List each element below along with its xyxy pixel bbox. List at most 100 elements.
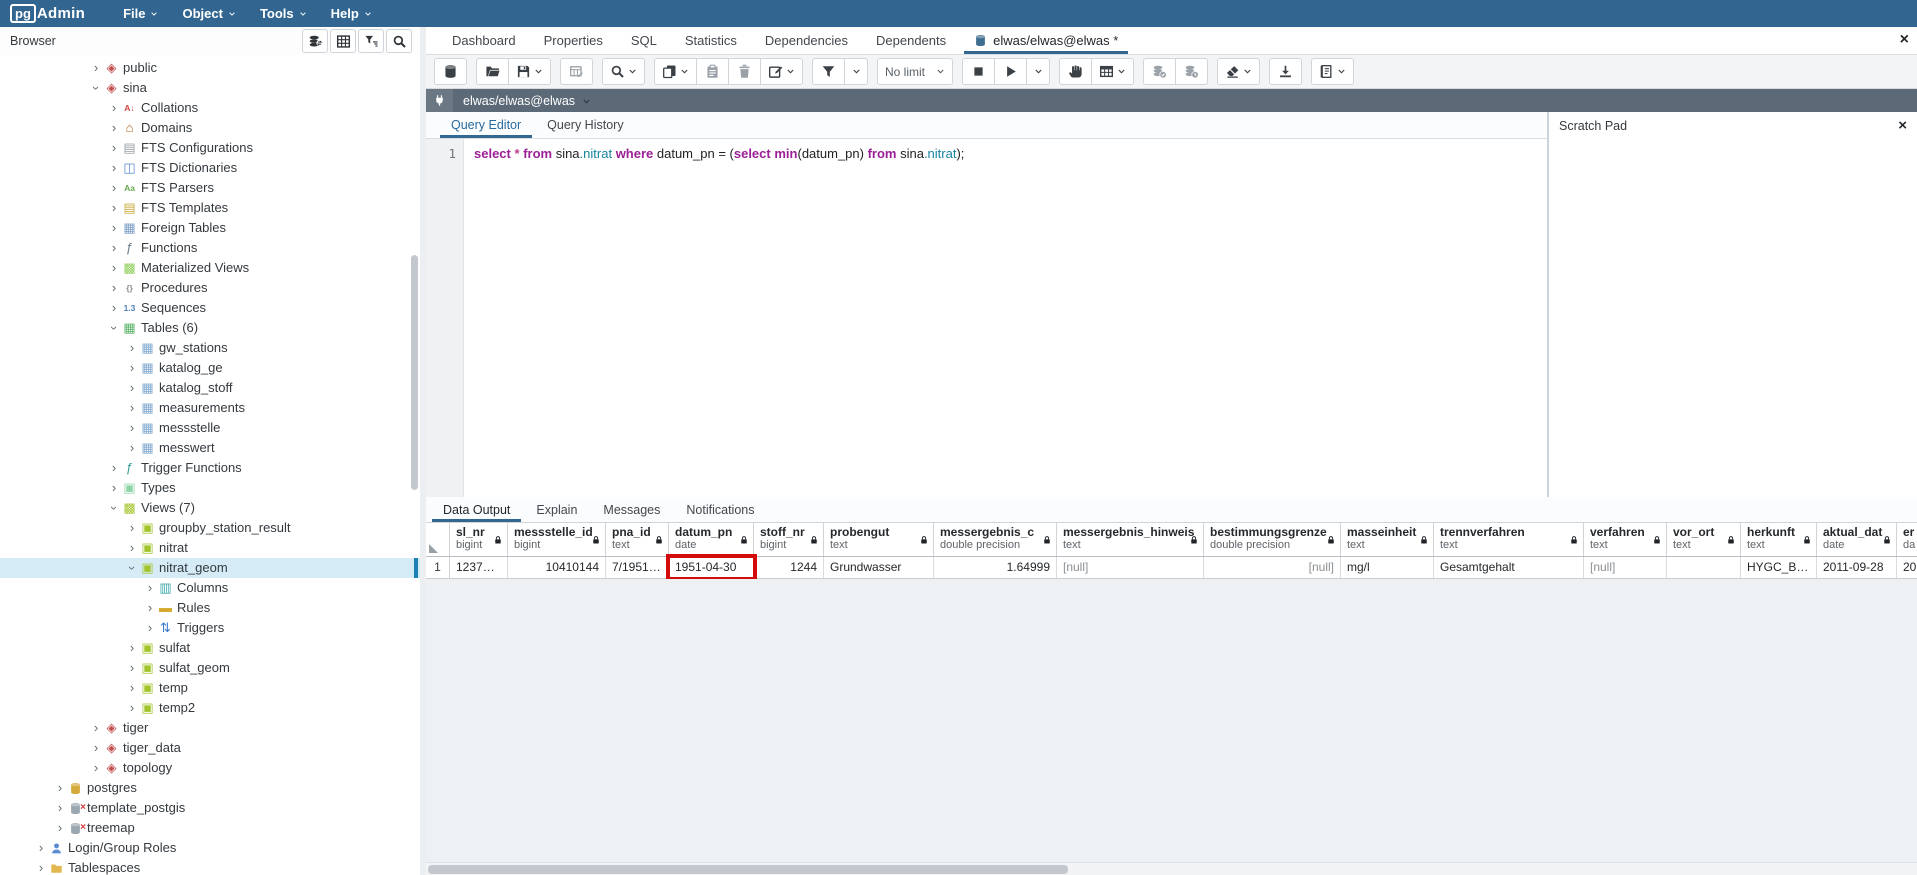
sidebar-item-groupby-station-result[interactable]: ›▣groupby_station_result <box>0 518 420 538</box>
cell-stoff_nr[interactable]: 1244 <box>754 557 824 578</box>
sidebar-item-login-group-roles[interactable]: ›Login/Group Roles <box>0 838 420 858</box>
sidebar-item-topology[interactable]: ›◈topology <box>0 758 420 778</box>
chevron-right-icon[interactable]: › <box>125 338 139 358</box>
filter-tree-button[interactable] <box>358 29 384 53</box>
sidebar-item-collations[interactable]: ›A↓Collations <box>0 98 420 118</box>
sidebar-item-public[interactable]: ›◈public <box>0 58 420 78</box>
chevron-right-icon[interactable]: › <box>53 818 67 838</box>
sidebar-item-materialized-views[interactable]: ›▩Materialized Views <box>0 258 420 278</box>
results-horizontal-scrollbar[interactable] <box>426 862 1917 875</box>
tab-sql[interactable]: SQL <box>617 27 671 54</box>
view-properties-button[interactable] <box>330 29 356 53</box>
scrollbar-thumb[interactable] <box>428 865 1068 874</box>
cell-probengut[interactable]: Grundwasser <box>824 557 934 578</box>
cell-trennverfahren[interactable]: Gesamtgehalt <box>1434 557 1584 578</box>
chevron-right-icon[interactable]: › <box>107 478 121 498</box>
chevron-right-icon[interactable]: › <box>143 578 157 598</box>
sidebar-item-trigger-functions[interactable]: ›ƒTrigger Functions <box>0 458 420 478</box>
chevron-right-icon[interactable]: › <box>107 118 121 138</box>
chevron-right-icon[interactable]: › <box>125 698 139 718</box>
column-header-trennverfahren[interactable]: trennverfahrentext <box>1434 523 1584 556</box>
chevron-right-icon[interactable]: › <box>107 458 121 478</box>
sidebar-item-sequences[interactable]: ›1.3Sequences <box>0 298 420 318</box>
filter-options-button[interactable] <box>844 58 868 85</box>
new-query-tool-button[interactable] <box>434 58 467 85</box>
column-header-vor_ort[interactable]: vor_orttext <box>1667 523 1741 556</box>
chevron-right-icon[interactable]: › <box>143 618 157 638</box>
sidebar-item-procedures[interactable]: ›{}Procedures <box>0 278 420 298</box>
tree-vertical-scrollbar[interactable] <box>411 255 418 490</box>
row-number[interactable]: 1 <box>426 557 450 578</box>
edit-grid-button[interactable] <box>560 58 593 85</box>
sidebar-item-nitrat[interactable]: ›▣nitrat <box>0 538 420 558</box>
save-file-button[interactable] <box>508 58 551 85</box>
connection-caret-icon[interactable] <box>575 95 591 106</box>
sidebar-item-tablespaces[interactable]: ›Tablespaces <box>0 858 420 875</box>
column-header-aktual_dat[interactable]: aktual_datdate <box>1817 523 1897 556</box>
sidebar-item-views-7[interactable]: ›▩Views (7) <box>0 498 420 518</box>
chevron-right-icon[interactable]: › <box>34 838 48 858</box>
chevron-right-icon[interactable]: › <box>125 518 139 538</box>
chevron-right-icon[interactable]: › <box>34 858 48 875</box>
chevron-right-icon[interactable]: › <box>107 278 121 298</box>
sidebar-item-foreign-tables[interactable]: ›▦Foreign Tables <box>0 218 420 238</box>
cell-vor_ort[interactable] <box>1667 557 1741 578</box>
column-header-verfahren[interactable]: verfahrentext <box>1584 523 1667 556</box>
cell-masseinheit[interactable]: mg/l <box>1341 557 1434 578</box>
refresh-tree-button[interactable] <box>302 29 328 53</box>
chevron-right-icon[interactable]: › <box>107 138 121 158</box>
cell-aktual_dat[interactable]: 2011-09-28 <box>1817 557 1897 578</box>
menu-object[interactable]: Object <box>170 1 247 26</box>
cell-herkunft[interactable]: HYGC_BR-K <box>1741 557 1817 578</box>
table-row[interactable]: 112374503104101447/1951/90...1951-04-301… <box>426 557 1917 579</box>
sidebar-item-tiger[interactable]: ›◈tiger <box>0 718 420 738</box>
sidebar-item-messstelle[interactable]: ›▦messstelle <box>0 418 420 438</box>
chevron-right-icon[interactable]: › <box>125 658 139 678</box>
sidebar-item-temp2[interactable]: ›▣temp2 <box>0 698 420 718</box>
menu-tools[interactable]: Tools <box>248 1 319 26</box>
sidebar-item-nitrat-geom[interactable]: ›▣nitrat_geom <box>0 558 420 578</box>
scratch-pad-close-icon[interactable]: × <box>1898 117 1907 134</box>
sidebar-item-katalog-ge[interactable]: ›▦katalog_ge <box>0 358 420 378</box>
connection-label[interactable]: elwas/elwas@elwas <box>463 94 575 108</box>
cell-bestimmungsgrenze[interactable]: [null] <box>1204 557 1341 578</box>
sidebar-item-sulfat[interactable]: ›▣sulfat <box>0 638 420 658</box>
find-button[interactable] <box>602 58 645 85</box>
column-header-sl_nr[interactable]: sl_nrbigint <box>450 523 508 556</box>
tab-explain[interactable]: Explain <box>523 497 590 522</box>
tab-dependencies[interactable]: Dependencies <box>751 27 862 54</box>
clear-button[interactable] <box>1217 58 1260 85</box>
rollback-button[interactable] <box>1175 58 1208 85</box>
menu-file[interactable]: File <box>111 1 170 26</box>
sidebar-item-tiger-data[interactable]: ›◈tiger_data <box>0 738 420 758</box>
cell-messergebnis_hinweis[interactable]: [null] <box>1057 557 1204 578</box>
chevron-right-icon[interactable]: › <box>107 98 121 118</box>
sidebar-item-types[interactable]: ›▣Types <box>0 478 420 498</box>
chevron-right-icon[interactable]: › <box>125 358 139 378</box>
chevron-right-icon[interactable]: › <box>53 798 67 818</box>
chevron-right-icon[interactable]: › <box>107 178 121 198</box>
execute-button[interactable] <box>994 58 1027 85</box>
tab-statistics[interactable]: Statistics <box>671 27 751 54</box>
sidebar-item-fts-configurations[interactable]: ›▤FTS Configurations <box>0 138 420 158</box>
commit-button[interactable] <box>1143 58 1176 85</box>
cell-pna_id[interactable]: 7/1951/90... <box>606 557 669 578</box>
sql-code-line[interactable]: select * from sina.nitrat where datum_pn… <box>474 146 964 162</box>
cell-messstelle_id[interactable]: 10410144 <box>508 557 606 578</box>
tab-elwas-elwas-elwas[interactable]: elwas/elwas@elwas * <box>960 27 1132 54</box>
tab-properties[interactable]: Properties <box>530 27 617 54</box>
chevron-right-icon[interactable]: › <box>125 678 139 698</box>
sidebar-item-domains[interactable]: ›⌂Domains <box>0 118 420 138</box>
sidebar-item-functions[interactable]: ›ƒFunctions <box>0 238 420 258</box>
chevron-right-icon[interactable]: › <box>125 418 139 438</box>
close-panel-icon[interactable]: × <box>1900 30 1909 50</box>
row-limit-select[interactable]: No limit <box>877 58 953 85</box>
column-header-messstelle_id[interactable]: messstelle_idbigint <box>508 523 606 556</box>
chevron-right-icon[interactable]: › <box>89 58 103 78</box>
select-all-corner[interactable] <box>426 523 450 556</box>
sql-editor[interactable]: 1 select * from sina.nitrat where datum_… <box>426 139 1547 497</box>
chevron-right-icon[interactable]: › <box>125 638 139 658</box>
tab-query-editor[interactable]: Query Editor <box>438 112 534 138</box>
column-header-pna_id[interactable]: pna_idtext <box>606 523 669 556</box>
menu-help[interactable]: Help <box>319 1 384 26</box>
